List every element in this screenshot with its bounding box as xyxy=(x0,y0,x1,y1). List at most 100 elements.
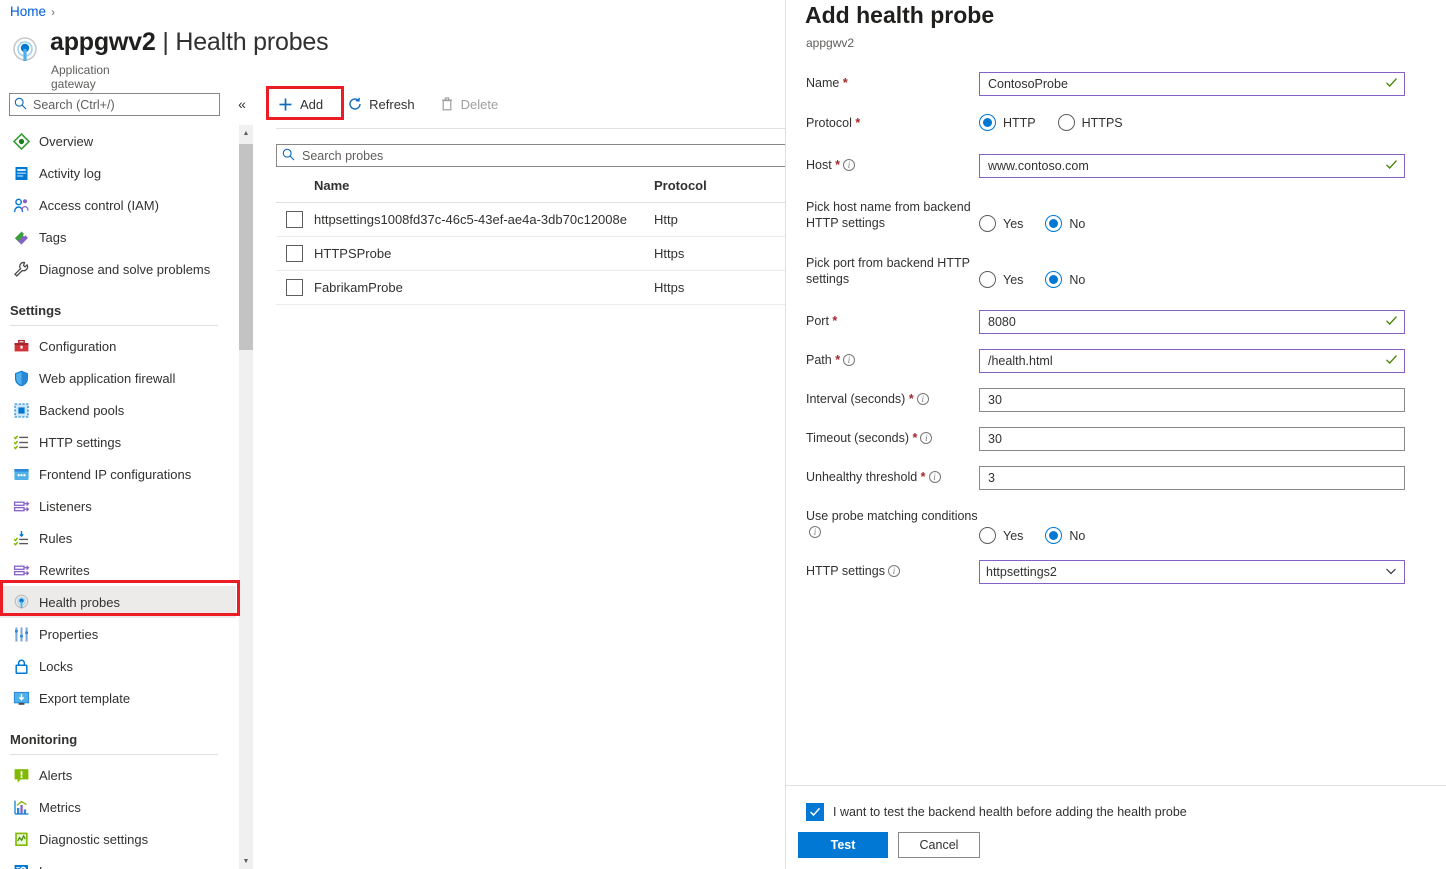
field-name-label-text: Name xyxy=(806,76,840,90)
pick-host-option-no[interactable]: No xyxy=(1045,215,1085,232)
sidebar-item-configuration[interactable]: Configuration xyxy=(0,330,236,362)
sidebar-item-access-control-iam[interactable]: Access control (IAM) xyxy=(0,189,236,221)
row-checkbox-cell[interactable] xyxy=(276,270,314,306)
breadcrumb-separator-icon: › xyxy=(51,5,56,19)
cancel-button[interactable]: Cancel xyxy=(898,832,980,858)
sidebar-collapse-icon[interactable]: « xyxy=(232,93,252,115)
sidebar-item-alerts[interactable]: Alerts xyxy=(0,759,236,791)
pick-host-option-yes-label: Yes xyxy=(1003,216,1024,231)
unhealthy-threshold-input[interactable] xyxy=(986,470,1398,486)
cell-probe-name[interactable]: FabrikamProbe xyxy=(314,270,654,306)
interval-input-box[interactable] xyxy=(979,388,1405,412)
pick-port-option-no[interactable]: No xyxy=(1045,271,1085,288)
table-row[interactable]: httpsettings1008fd37c-46c5-43ef-ae4a-3db… xyxy=(276,202,786,238)
sidebar-item-locks[interactable]: Locks xyxy=(0,650,236,682)
cell-probe-name[interactable]: httpsettings1008fd37c-46c5-43ef-ae4a-3db… xyxy=(314,202,654,238)
info-icon[interactable]: i xyxy=(809,526,821,538)
sidebar-item-overview[interactable]: Overview xyxy=(0,125,236,157)
row-checkbox-cell[interactable] xyxy=(276,236,314,272)
timeout-input[interactable] xyxy=(986,431,1398,447)
add-button[interactable]: Add xyxy=(276,88,334,120)
timeout-input-box[interactable] xyxy=(979,427,1405,451)
row-checkbox-cell[interactable] xyxy=(276,202,314,238)
refresh-button[interactable]: Refresh xyxy=(346,88,426,120)
tags-icon xyxy=(12,228,30,246)
field-interval: Interval (seconds) * i xyxy=(786,388,1446,427)
host-input-box[interactable] xyxy=(979,154,1405,178)
required-marker: * xyxy=(905,392,914,406)
sidebar-item-health-probes[interactable]: Health probes xyxy=(0,586,236,618)
row-checkbox[interactable] xyxy=(286,245,303,263)
http-settings-dropdown[interactable]: httpsettings2 xyxy=(979,560,1405,584)
field-port: Port * xyxy=(786,310,1446,349)
info-icon[interactable]: i xyxy=(843,354,856,366)
sidebar-item-web-application-firewall[interactable]: Web application firewall xyxy=(0,362,236,394)
sidebar-item-properties[interactable]: Properties xyxy=(0,618,236,650)
probe-matching-option-no[interactable]: No xyxy=(1045,527,1085,544)
sidebar-search-input[interactable] xyxy=(31,96,215,113)
pick-port-option-yes[interactable]: Yes xyxy=(979,271,1023,288)
scroll-down-icon[interactable]: ▼ xyxy=(239,853,253,869)
table-header-row: Name Protocol xyxy=(276,172,786,203)
cell-probe-name[interactable]: HTTPSProbe xyxy=(314,236,654,272)
field-name-label: Name * xyxy=(786,72,979,112)
http-settings-value: httpsettings2 xyxy=(986,565,1057,579)
breadcrumb-home[interactable]: Home xyxy=(10,4,46,19)
sidebar-item-logs[interactable]: Logs xyxy=(0,855,236,869)
cell-probe-protocol: Https xyxy=(654,236,786,272)
sidebar-item-rules[interactable]: Rules xyxy=(0,522,236,554)
required-marker: * xyxy=(909,431,918,445)
sidebar-item-export-template[interactable]: Export template xyxy=(0,682,236,714)
column-header-protocol[interactable]: Protocol xyxy=(654,172,786,203)
test-backend-health-checkbox[interactable]: I want to test the backend health before… xyxy=(806,803,1187,821)
path-input-box[interactable] xyxy=(979,349,1405,373)
sidebar-item-frontend-ip-configurations[interactable]: Frontend IP configurations xyxy=(0,458,236,490)
name-input-box[interactable] xyxy=(979,72,1405,96)
backend-pools-icon xyxy=(12,401,30,419)
sidebar-item-rewrites[interactable]: Rewrites xyxy=(0,554,236,586)
protocol-option-https[interactable]: HTTPS xyxy=(1057,114,1123,131)
table-row[interactable]: FabrikamProbe Https xyxy=(276,270,786,306)
info-icon[interactable]: i xyxy=(920,432,933,444)
probe-search-input[interactable] xyxy=(300,147,780,164)
sidebar-item-label: Properties xyxy=(39,626,99,642)
probe-search[interactable] xyxy=(276,144,786,167)
sidebar-item-backend-pools[interactable]: Backend pools xyxy=(0,394,236,426)
unhealthy-threshold-input-box[interactable] xyxy=(979,466,1405,490)
info-icon[interactable]: i xyxy=(916,393,929,405)
probe-matching-option-yes[interactable]: Yes xyxy=(979,527,1023,544)
field-unhealthy-threshold: Unhealthy threshold * i xyxy=(786,466,1446,505)
sidebar-search[interactable] xyxy=(9,93,220,116)
interval-input[interactable] xyxy=(986,392,1398,408)
delete-button[interactable]: Delete xyxy=(438,88,510,120)
sidebar-item-listeners[interactable]: Listeners xyxy=(0,490,236,522)
field-unhealthy-threshold-label-text: Unhealthy threshold xyxy=(806,470,918,484)
sidebar-item-metrics[interactable]: Metrics xyxy=(0,791,236,823)
column-header-name[interactable]: Name xyxy=(314,172,654,203)
field-pick-port-label: Pick port from backend HTTP settings xyxy=(806,256,970,286)
name-input[interactable] xyxy=(986,76,1381,92)
protocol-option-http[interactable]: HTTP xyxy=(979,114,1036,131)
host-input[interactable] xyxy=(986,158,1381,174)
row-checkbox[interactable] xyxy=(286,211,303,229)
row-checkbox[interactable] xyxy=(286,279,303,297)
info-icon[interactable]: i xyxy=(843,159,856,171)
scroll-up-icon[interactable]: ▲ xyxy=(239,125,253,141)
info-icon[interactable]: i xyxy=(928,471,941,483)
delete-button-label: Delete xyxy=(460,96,499,112)
table-row[interactable]: HTTPSProbe Https xyxy=(276,236,786,272)
sidebar-item-http-settings[interactable]: HTTP settings xyxy=(0,426,236,458)
info-icon[interactable]: i xyxy=(887,565,900,577)
sidebar-item-tags[interactable]: Tags xyxy=(0,221,236,253)
sidebar-item-activity-log[interactable]: Activity log xyxy=(0,157,236,189)
port-input[interactable] xyxy=(986,314,1381,330)
sidebar-item-diagnostic-settings[interactable]: Diagnostic settings xyxy=(0,823,236,855)
sidebar-nav: Overview Activity log Access control (IAM)… xyxy=(0,125,236,869)
sidebar-item-diagnose-and-solve-problems[interactable]: Diagnose and solve problems xyxy=(0,253,236,285)
path-input[interactable] xyxy=(986,353,1381,369)
test-button[interactable]: Test xyxy=(798,832,888,858)
sidebar-scrollbar-thumb[interactable] xyxy=(239,144,253,350)
port-input-box[interactable] xyxy=(979,310,1405,334)
pick-host-option-yes[interactable]: Yes xyxy=(979,215,1023,232)
breadcrumb: Home › xyxy=(10,4,55,19)
